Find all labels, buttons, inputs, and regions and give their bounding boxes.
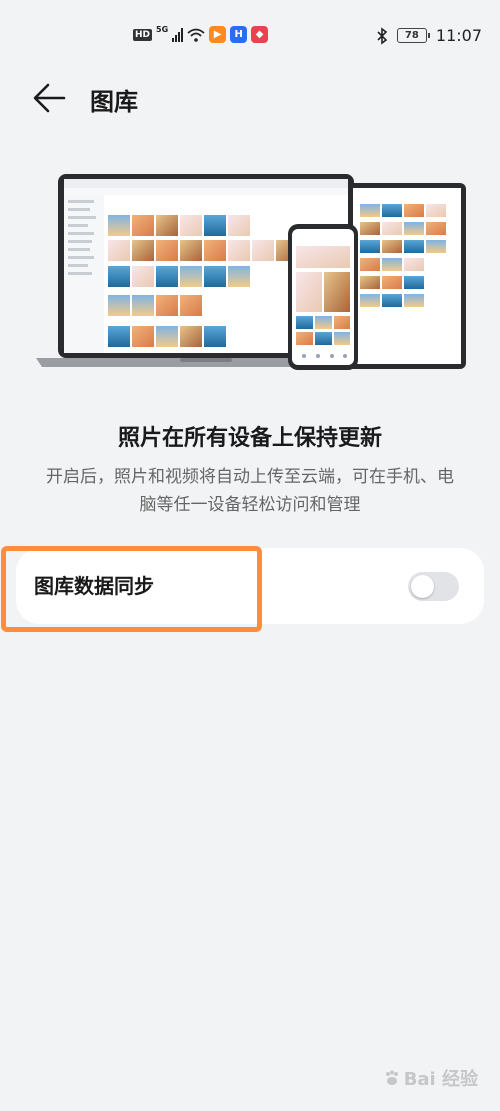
red-app-icon: ◆ bbox=[251, 26, 269, 43]
battery-icon: 78 bbox=[396, 28, 430, 43]
blue-app-icon: H bbox=[230, 26, 248, 43]
app-header: 图库 bbox=[0, 74, 500, 122]
network-type: 5G bbox=[156, 25, 169, 34]
devices-illustration bbox=[36, 174, 466, 370]
watermark: Bai 经验 bbox=[383, 1065, 478, 1091]
paw-icon bbox=[385, 1070, 398, 1085]
video-app-icon: ▶ bbox=[209, 26, 227, 43]
status-bar: HD 5G ▶ H ◆ 78 11:07 bbox=[0, 0, 500, 74]
wifi-icon bbox=[187, 28, 205, 42]
hd-badge: HD bbox=[133, 28, 153, 41]
sync-setting-label: 图库数据同步 bbox=[34, 574, 154, 598]
phone-graphic bbox=[288, 224, 358, 370]
watermark-text: Bai 经验 bbox=[403, 1069, 478, 1090]
clock: 11:07 bbox=[435, 26, 482, 45]
bluetooth-icon bbox=[377, 26, 388, 45]
toggle-knob bbox=[411, 575, 434, 598]
headline: 照片在所有设备上保持更新 bbox=[117, 426, 382, 451]
signal-icon bbox=[172, 27, 184, 42]
arrow-left-icon[interactable] bbox=[30, 80, 70, 116]
status-right-icons: 78 11:07 bbox=[376, 26, 482, 45]
page-title: 图库 bbox=[90, 88, 138, 116]
status-left-icons: HD 5G ▶ H ◆ bbox=[133, 25, 269, 43]
description: 开启后，照片和视频将自动上传至云端，可在手机、电脑等任一设备轻松访问和管理 bbox=[46, 467, 454, 515]
tablet-graphic bbox=[348, 183, 466, 369]
sync-toggle[interactable] bbox=[408, 572, 459, 601]
